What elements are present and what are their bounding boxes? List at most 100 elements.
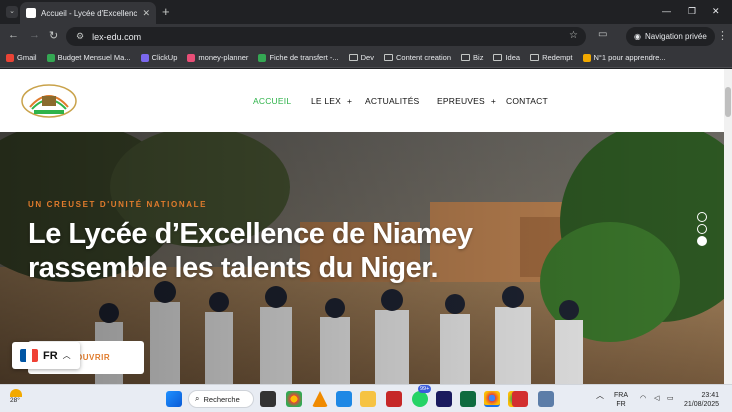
site-info-icon[interactable]: ⚙ [76, 31, 84, 42]
menu-kebab-icon[interactable]: ⋮ [717, 29, 728, 42]
nav-epreuves[interactable]: EPREUVES + [437, 96, 496, 106]
address-bar[interactable]: ⚙ lex-edu.com ☆ [66, 27, 586, 46]
bookmark-item[interactable]: money-planner [187, 53, 248, 62]
bookmark-favicon-icon [258, 53, 267, 62]
bookmark-item[interactable]: Dev [348, 53, 374, 62]
incognito-indicator[interactable]: ◉ Navigation privée [626, 27, 715, 46]
weather-widget[interactable]: 28° [10, 389, 22, 404]
vscode-icon[interactable] [336, 391, 352, 407]
plus-icon: + [347, 96, 353, 106]
tab-title: Accueil - Lycée d'Excellence de [41, 8, 138, 18]
bookmarks-bar: Gmail Budget Mensuel Ma... ClickUp money-pl… [0, 48, 732, 68]
bookmark-item[interactable]: Redempt [530, 53, 573, 62]
close-window-icon[interactable]: ✕ [712, 6, 720, 17]
taskbar-search[interactable]: ⌕ Recherche [188, 390, 254, 408]
bookmark-favicon-icon [187, 53, 196, 62]
scroll-thumb[interactable] [725, 87, 731, 117]
language-code: FR [43, 349, 58, 362]
vlc-icon[interactable] [312, 391, 328, 407]
browser-toolbar: ← → ↻ ⚙ lex-edu.com ☆ ▭ ◉ Navigation pri… [0, 24, 732, 48]
close-tab-icon[interactable]: ✕ [142, 8, 150, 19]
bookmark-label: Idea [505, 53, 521, 62]
reading-mode-icon[interactable]: ▭ [598, 29, 607, 40]
hero-headline-line1: Le Lycée d’Excellence de Niamey [28, 218, 473, 250]
nav-accueil[interactable]: ACCUEIL [253, 96, 291, 106]
acrobat-icon[interactable] [512, 391, 528, 407]
bookmark-item[interactable]: N°1 pour apprendre... [582, 53, 666, 62]
windows-start-icon[interactable] [166, 391, 182, 407]
browser-tab[interactable]: Accueil - Lycée d'Excellence de ✕ [20, 2, 156, 24]
weather-icon [10, 389, 22, 397]
app-icon[interactable] [460, 391, 476, 407]
tab-search-icon[interactable]: ⌄ [6, 6, 18, 18]
folder-icon [493, 54, 503, 61]
language-switcher[interactable]: FR ︿ [12, 342, 80, 369]
folder-icon [383, 54, 393, 61]
temperature: 28° [10, 397, 20, 404]
wifi-icon[interactable]: ◠ [640, 394, 646, 403]
nav-label: CONTACT [506, 96, 548, 106]
folder-icon [461, 54, 471, 61]
hero-slider: UN CREUSET D'UNITÉ NATIONALE Le Lycée d’… [0, 132, 724, 384]
windows-taskbar: 28° ⌕ Recherche 99+ ︿ FRA FR ◠ ◁ ▭ 23:41… [0, 384, 732, 412]
chevron-up-tray-icon[interactable]: ︿ [596, 391, 604, 400]
chrome-active-icon[interactable] [484, 391, 500, 407]
search-label: Recherche [203, 394, 240, 404]
bookmark-item[interactable]: Budget Mensuel Ma... [46, 53, 131, 62]
bookmark-favicon-icon [582, 53, 591, 62]
new-tab-icon[interactable]: + [162, 4, 170, 19]
lang-top: FRA [614, 392, 628, 399]
page-scrollbar[interactable] [724, 69, 732, 384]
cta-label: OUVRIR [76, 353, 111, 362]
site-header: ACCUEIL LE LEX + ACTUALITÉS EPREUVES + CON… [0, 69, 724, 132]
reload-icon[interactable]: ↻ [49, 29, 58, 42]
bookmark-label: ClickUp [151, 53, 178, 62]
bookmark-item[interactable]: Gmail [6, 53, 37, 62]
bookmark-item[interactable]: Fiche de transfert -... [258, 53, 339, 62]
school-logo[interactable] [20, 83, 78, 119]
volume-icon[interactable]: ◁ [654, 394, 659, 403]
tab-strip: ⌄ Accueil - Lycée d'Excellence de ✕ + — … [0, 0, 732, 24]
task-view-icon[interactable] [260, 391, 276, 407]
photos-icon[interactable] [538, 391, 554, 407]
date: 21/08/2025 [684, 401, 720, 408]
nav-label: ACCUEIL [253, 96, 292, 106]
hero-headline-line2: rassemble les talents du Niger. [28, 252, 439, 284]
file-explorer-icon[interactable] [360, 391, 376, 407]
bookmark-item[interactable]: Idea [493, 53, 520, 62]
chrome-icon[interactable] [286, 391, 302, 407]
favicon-icon [26, 8, 36, 18]
restore-icon[interactable]: ❐ [688, 6, 696, 17]
bookmark-item[interactable]: ClickUp [140, 53, 178, 62]
bookmark-label: Gmail [17, 53, 37, 62]
folder-icon [348, 54, 358, 61]
nav-contact[interactable]: CONTACT [506, 96, 548, 106]
battery-icon[interactable]: ▭ [667, 394, 674, 403]
bookmark-item[interactable]: Content creation [383, 53, 451, 62]
premiere-icon[interactable] [436, 391, 452, 407]
nav-label: LE LEX [311, 96, 342, 106]
time: 23:41 [701, 392, 720, 399]
search-icon: ⌕ [195, 394, 200, 403]
bookmark-item[interactable]: Biz [461, 53, 483, 62]
nav-le-lex[interactable]: LE LEX + [311, 96, 352, 106]
bookmark-label: money-planner [198, 53, 249, 62]
forward-icon[interactable]: → [29, 29, 40, 41]
url-text: lex-edu.com [92, 31, 142, 42]
slider-dot[interactable] [697, 212, 707, 222]
nav-actualites[interactable]: ACTUALITÉS [365, 96, 419, 106]
clock[interactable]: 23:41 21/08/2025 [684, 391, 719, 409]
folder-icon [530, 54, 540, 61]
filezilla-icon[interactable] [386, 391, 402, 407]
whatsapp-icon[interactable]: 99+ [412, 385, 432, 407]
notification-badge: 99+ [418, 385, 432, 393]
slider-dot[interactable] [697, 224, 707, 234]
slider-dot[interactable] [697, 236, 707, 246]
bookmark-star-icon[interactable]: ☆ [569, 30, 578, 41]
bookmark-label: Fiche de transfert -... [269, 53, 339, 62]
lang-bottom: FR [616, 401, 626, 408]
minimize-icon[interactable]: — [662, 6, 671, 16]
back-icon[interactable]: ← [8, 29, 19, 41]
input-language[interactable]: FRA FR [614, 391, 628, 409]
incognito-icon: ◉ [634, 32, 641, 41]
